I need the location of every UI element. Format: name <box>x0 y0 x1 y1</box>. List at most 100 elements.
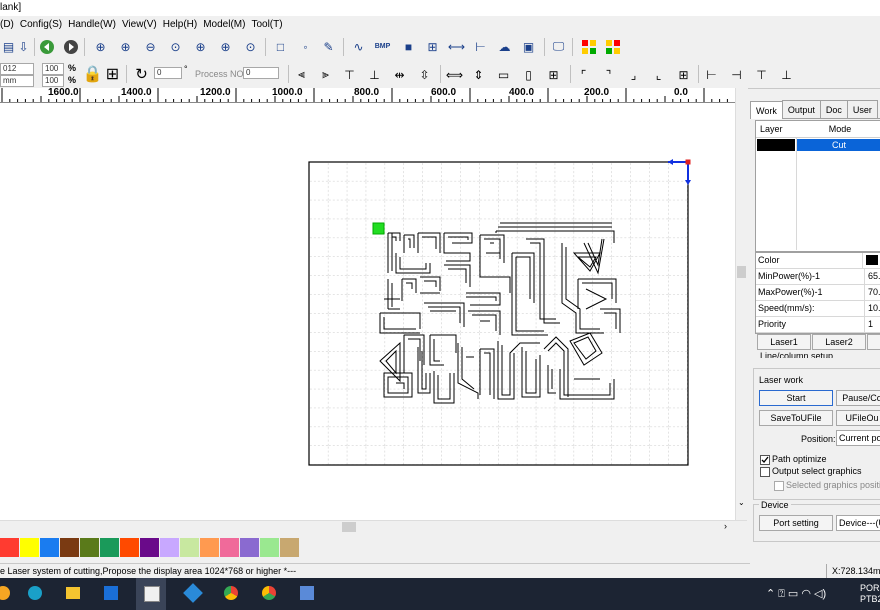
scroll-down-arrow-icon[interactable]: ⌄ <box>738 498 745 507</box>
same-height-icon[interactable]: ▯ <box>520 66 537 83</box>
size-height-input[interactable]: mm <box>0 75 34 87</box>
tab-user[interactable]: User <box>846 100 878 118</box>
menu-item[interactable]: (D) <box>0 16 20 34</box>
vertical-scrollbar[interactable]: ⌄ <box>735 88 748 520</box>
app3-icon[interactable] <box>300 586 314 600</box>
cloud-icon[interactable]: ☁ <box>496 38 513 55</box>
tab-output[interactable]: Output <box>781 100 821 118</box>
menu-item[interactable]: View(V) <box>122 16 163 34</box>
menu-item[interactable]: Model(M) <box>203 16 251 34</box>
palette-swatch[interactable] <box>220 538 239 557</box>
prop-row-max-power[interactable]: MaxPower(%)-1 70. <box>756 285 880 301</box>
menu-item[interactable]: Config(S) <box>20 16 68 34</box>
pen-icon[interactable]: ✎ <box>320 38 337 55</box>
layer-row[interactable]: Cut <box>756 139 880 151</box>
corner-br-icon[interactable]: ⌟ <box>625 66 642 83</box>
design-canvas[interactable] <box>0 103 735 521</box>
palette-swatch[interactable] <box>0 538 19 557</box>
scale-x-input[interactable]: 100 <box>42 63 64 75</box>
arduino-icon[interactable] <box>28 586 42 600</box>
tab-work[interactable]: Work <box>750 101 783 119</box>
menu-item[interactable]: Help(H) <box>163 16 203 34</box>
zoom-out-icon[interactable]: ⊖ <box>142 38 159 55</box>
bmp-icon[interactable]: BMP <box>374 38 391 55</box>
align-right-icon[interactable]: ⫸ <box>317 66 334 83</box>
horizontal-scroll-thumb[interactable] <box>342 522 356 532</box>
back-icon[interactable] <box>38 38 55 55</box>
app2-icon[interactable] <box>183 583 203 603</box>
zoom-select-icon[interactable]: ⊕ <box>217 38 234 55</box>
port-setting-button[interactable]: Port setting <box>759 515 833 531</box>
zoom-fit-icon[interactable]: ⊙ <box>167 38 184 55</box>
palette-swatch[interactable] <box>140 538 159 557</box>
vertical-scroll-thumb[interactable] <box>737 266 746 278</box>
zoom-all-icon[interactable]: ⊙ <box>242 38 259 55</box>
size-width-input[interactable]: 012 mm <box>0 63 34 83</box>
palette-swatch[interactable] <box>200 538 219 557</box>
forward-icon[interactable] <box>62 38 79 55</box>
palette-swatch[interactable] <box>160 538 179 557</box>
line-column-setup-label[interactable]: Line/column setup <box>760 351 833 358</box>
bottom-edge-icon[interactable]: ⊥ <box>778 66 795 83</box>
ufile-output-button[interactable]: UFileOu <box>836 410 880 426</box>
palette-swatch[interactable] <box>20 538 39 557</box>
palette-swatch[interactable] <box>80 538 99 557</box>
spacing-icon[interactable]: ⟷ <box>448 38 465 55</box>
palette-swatch[interactable] <box>40 538 59 557</box>
zoom-in-icon[interactable]: ⊕ <box>92 38 109 55</box>
corner-tl-icon[interactable]: ⌜ <box>575 66 592 83</box>
file-explorer-icon[interactable] <box>66 587 80 599</box>
color-grid2-icon[interactable] <box>604 38 621 55</box>
rotate-input[interactable]: 0 <box>154 67 182 79</box>
align-bottom-icon[interactable]: ⊥ <box>366 66 383 83</box>
grid-toggle-icon[interactable]: ⊞ <box>104 65 121 83</box>
center-icon[interactable]: ⊞ <box>675 66 692 83</box>
right-edge-icon[interactable]: ⊣ <box>728 66 745 83</box>
palette-swatch[interactable] <box>60 538 79 557</box>
palette-swatch[interactable] <box>100 538 119 557</box>
palette-swatch[interactable] <box>280 538 299 557</box>
prop-row-color[interactable]: Color <box>756 253 880 269</box>
left-edge-icon[interactable]: ⊢ <box>703 66 720 83</box>
output-select-checkbox[interactable]: Output select graphics <box>760 466 862 477</box>
curve-icon[interactable]: ∿ <box>350 38 367 55</box>
tab-doc[interactable]: Doc <box>819 100 848 118</box>
fill-icon[interactable]: ■ <box>400 38 417 55</box>
chrome-icon[interactable] <box>224 586 238 600</box>
zoom-page-icon[interactable]: ⊕ <box>192 38 209 55</box>
prop-row-speed[interactable]: Speed(mm/s): 10. <box>756 301 880 317</box>
same-size-icon[interactable]: ⊞ <box>545 66 562 83</box>
position-select[interactable]: Current po <box>836 430 880 446</box>
pause-continue-button[interactable]: Pause/Co <box>836 390 880 406</box>
laser-app-icon[interactable] <box>144 586 160 602</box>
laser1-button[interactable]: Laser1 <box>757 334 811 350</box>
align-left-icon[interactable]: ⫷ <box>293 66 310 83</box>
palette-swatch[interactable] <box>180 538 199 557</box>
menu-item[interactable]: Tool(T) <box>251 16 288 34</box>
node-icon[interactable]: ⊞ <box>424 38 441 55</box>
menu-item[interactable]: Handle(W) <box>68 16 122 34</box>
rectangle-icon[interactable]: □ <box>272 38 289 55</box>
ellipse-icon[interactable]: ◦ <box>297 38 314 55</box>
prop-row-min-power[interactable]: MinPower(%)-1 65. <box>756 269 880 285</box>
scale-y-input[interactable]: 100 <box>42 75 64 87</box>
palette-swatch[interactable] <box>260 538 279 557</box>
device-select[interactable]: Device---(U <box>836 515 880 531</box>
corner-bl-icon[interactable]: ⌞ <box>650 66 667 83</box>
language-indicator[interactable]: POR PTB2 <box>860 583 880 605</box>
palette-swatch[interactable] <box>120 538 139 557</box>
tray-icons[interactable]: ⌃ ⍰ ▭ ◠ ◁) <box>766 587 826 601</box>
start-button[interactable]: Start <box>759 390 833 406</box>
palette-swatch[interactable] <box>240 538 259 557</box>
monitor-icon[interactable]: 🖵 <box>550 38 567 55</box>
prop-row-priority[interactable]: Priority 1 <box>756 317 880 333</box>
center-v-icon[interactable]: ⇳ <box>416 66 433 83</box>
store-icon[interactable] <box>104 586 118 600</box>
process-no-input[interactable]: 0 <box>243 67 279 79</box>
selected-position-checkbox[interactable]: Selected graphics position <box>774 480 880 491</box>
laser3-button[interactable] <box>867 334 880 350</box>
distribute-v-icon[interactable]: ⇕ <box>470 66 487 83</box>
align-icon[interactable]: ⊢ <box>472 38 489 55</box>
center-h-icon[interactable]: ⇹ <box>391 66 408 83</box>
path-optimize-checkbox[interactable]: Path optimize <box>760 454 827 465</box>
